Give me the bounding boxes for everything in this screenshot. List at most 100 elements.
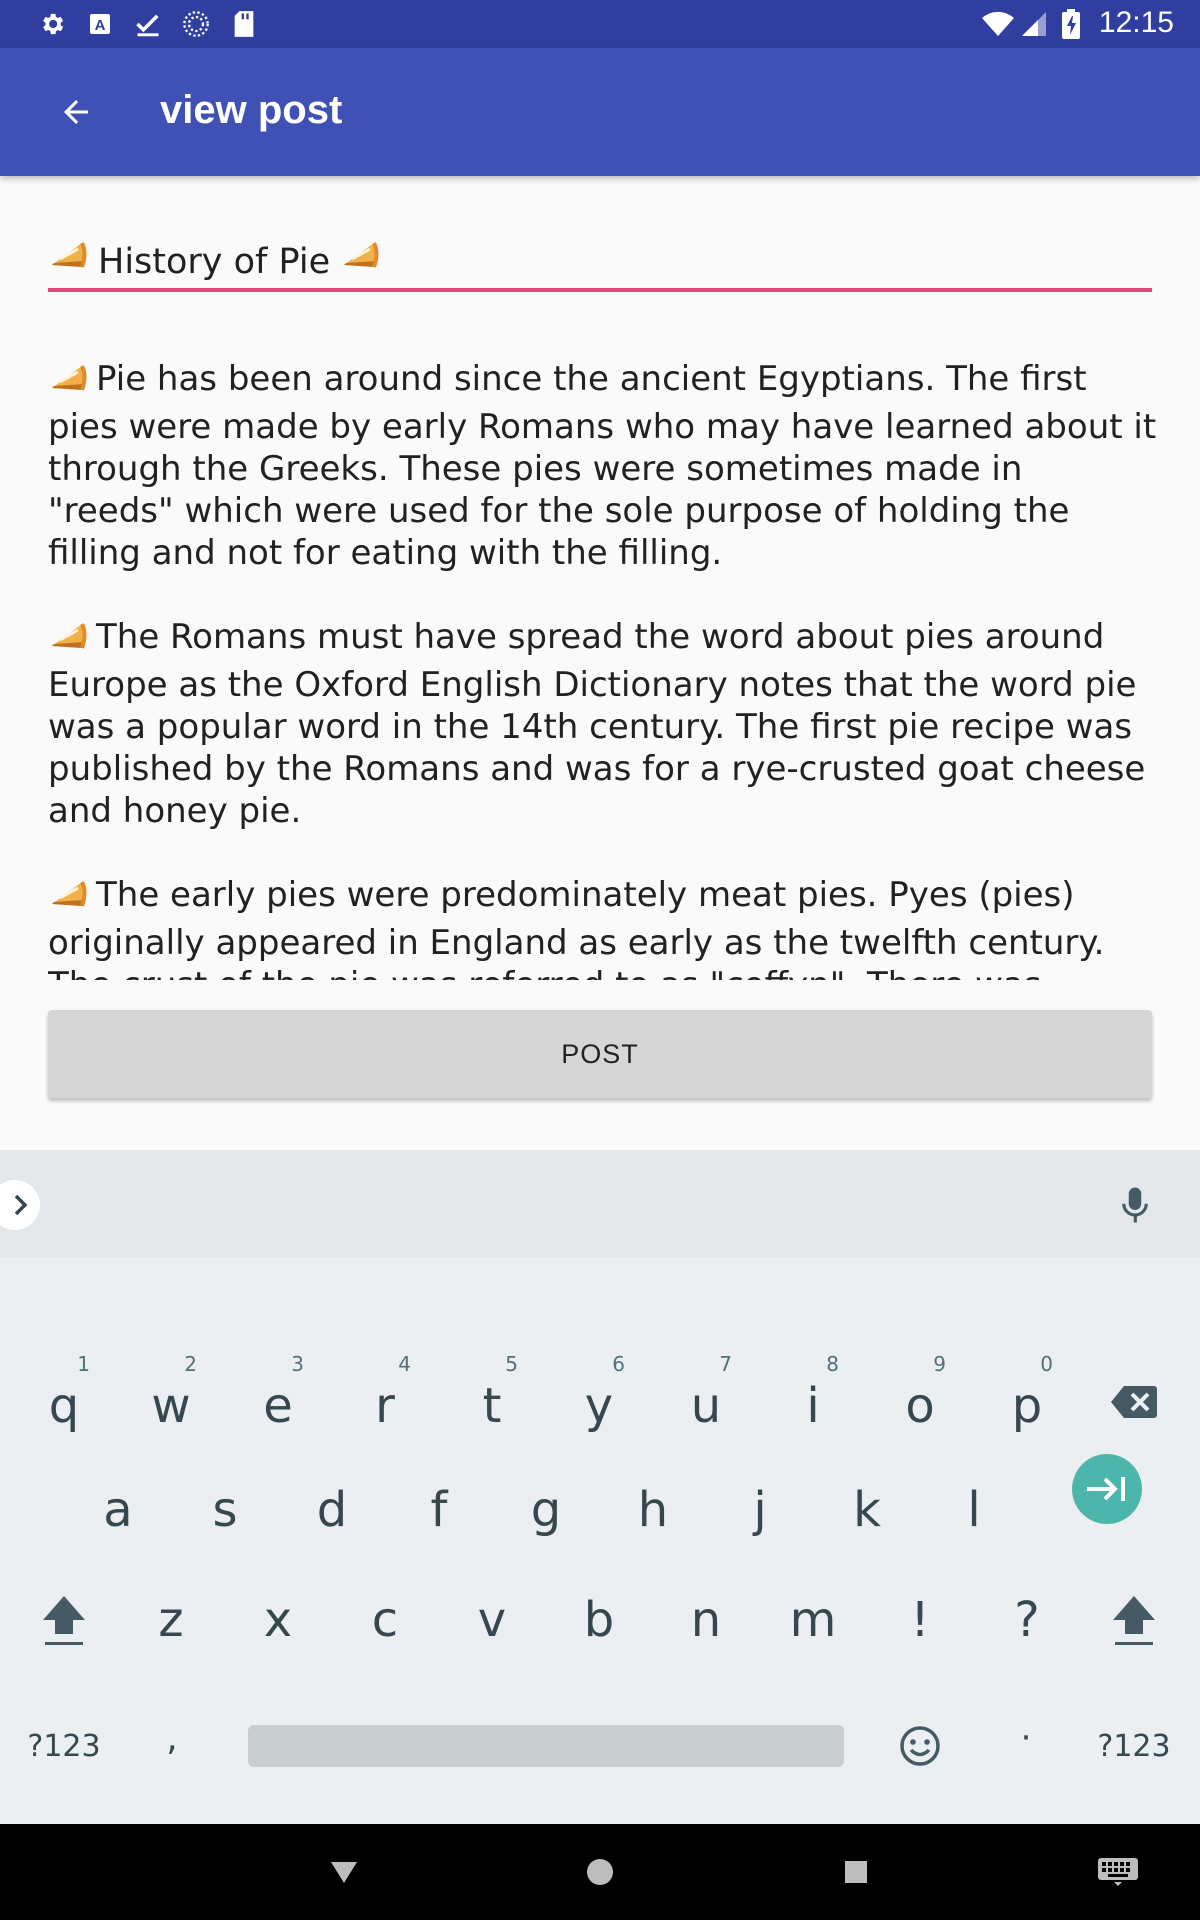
key-exclamation[interactable]: ! — [870, 1560, 970, 1680]
page-title: view post — [160, 88, 343, 132]
pie-emoji-icon — [340, 234, 380, 290]
key-hint: 0 — [1040, 1352, 1053, 1376]
key-label: t — [482, 1378, 502, 1434]
key-j[interactable]: j — [710, 1450, 810, 1570]
arrow-back-icon — [64, 100, 88, 124]
pie-emoji-icon — [48, 360, 88, 406]
key-o[interactable]: 9o — [870, 1342, 970, 1462]
text-a-icon: A — [86, 10, 114, 38]
key-s[interactable]: s — [175, 1450, 275, 1570]
post-button[interactable]: POST — [48, 1010, 1152, 1098]
square-recents-icon — [845, 1861, 867, 1883]
key-l[interactable]: l — [924, 1450, 1024, 1570]
key-hint: 5 — [505, 1352, 518, 1376]
nav-recents-button[interactable] — [832, 1848, 880, 1896]
nav-home-button[interactable] — [576, 1848, 624, 1896]
shift-key-right[interactable] — [1084, 1560, 1184, 1680]
key-h[interactable]: h — [603, 1450, 703, 1570]
title-underline — [48, 288, 1152, 292]
status-time: 12:15 — [1098, 6, 1174, 39]
svg-text:A: A — [95, 17, 106, 34]
triangle-down-icon — [331, 1862, 357, 1883]
key-x[interactable]: x — [228, 1560, 328, 1680]
key-q[interactable]: 1q — [14, 1342, 114, 1462]
loading-circle-icon — [182, 10, 210, 38]
key-label: u — [690, 1378, 722, 1434]
post-paragraph: Pie has been around since the ancient Eg… — [48, 359, 1157, 573]
sd-card-icon — [230, 10, 258, 38]
enter-next-key[interactable] — [1072, 1454, 1142, 1524]
status-bar: A 12:15 — [0, 0, 1200, 48]
shift-icon — [1113, 1596, 1155, 1645]
key-z[interactable]: z — [121, 1560, 221, 1680]
symbols-key-left[interactable]: ?123 — [14, 1686, 114, 1806]
circle-home-icon — [587, 1859, 613, 1885]
key-w[interactable]: 2w — [121, 1342, 221, 1462]
soft-keyboard: ?123 , · ?123 1q2w3e4r5t6y7u8i9o0pasdfgh… — [0, 1150, 1200, 1824]
key-c[interactable]: c — [335, 1560, 435, 1680]
keyboard-switch-button[interactable] — [1090, 1848, 1146, 1896]
settings-icon — [38, 10, 66, 38]
key-question[interactable]: ? — [977, 1560, 1077, 1680]
pie-emoji-icon — [48, 618, 88, 664]
checkmark-icon — [134, 10, 162, 38]
key-hint: 8 — [826, 1352, 839, 1376]
space-bar[interactable] — [248, 1725, 844, 1767]
key-hint: 2 — [184, 1352, 197, 1376]
key-k[interactable]: k — [817, 1450, 917, 1570]
post-paragraph: The early pies were predominately meat p… — [48, 875, 1105, 980]
tab-arrow-icon — [1087, 1477, 1125, 1501]
period-key[interactable]: · — [976, 1678, 1076, 1798]
smiley-icon — [900, 1726, 940, 1766]
key-u[interactable]: 7u — [656, 1342, 756, 1462]
wifi-icon — [980, 10, 1016, 38]
post-body-field[interactable]: Pie has been around since the ancient Eg… — [48, 358, 1158, 980]
key-label: r — [375, 1378, 395, 1434]
key-label: i — [806, 1378, 820, 1434]
key-f[interactable]: f — [389, 1450, 489, 1570]
key-g[interactable]: g — [496, 1450, 596, 1570]
signal-icon — [1020, 10, 1048, 38]
emoji-key[interactable] — [870, 1686, 970, 1806]
key-d[interactable]: d — [282, 1450, 382, 1570]
key-t[interactable]: 5t — [442, 1342, 542, 1462]
pie-emoji-icon — [48, 234, 88, 290]
key-label: w — [151, 1378, 191, 1434]
key-label: y — [584, 1378, 614, 1434]
shift-key-left[interactable] — [14, 1560, 114, 1680]
key-hint: 7 — [719, 1352, 732, 1376]
navigation-bar — [0, 1824, 1200, 1920]
key-hint: 4 — [398, 1352, 411, 1376]
chevron-right-icon — [14, 1194, 28, 1216]
comma-key[interactable]: , — [122, 1678, 222, 1798]
key-b[interactable]: b — [549, 1560, 649, 1680]
key-label: o — [905, 1378, 935, 1434]
nav-back-button[interactable] — [320, 1848, 368, 1896]
key-m[interactable]: m — [763, 1560, 863, 1680]
key-r[interactable]: 4r — [335, 1342, 435, 1462]
key-label: e — [263, 1378, 293, 1434]
expand-toolbar-button[interactable] — [0, 1180, 40, 1230]
backspace-key[interactable] — [1084, 1342, 1184, 1462]
symbols-key-right[interactable]: ?123 — [1084, 1686, 1184, 1806]
key-p[interactable]: 0p — [977, 1342, 1077, 1462]
post-title-text: History of Pie — [98, 242, 331, 282]
pie-emoji-icon — [48, 876, 88, 922]
key-e[interactable]: 3e — [228, 1342, 328, 1462]
back-button[interactable] — [40, 76, 112, 148]
keyboard-icon — [1098, 1858, 1138, 1886]
key-hint: 6 — [612, 1352, 625, 1376]
key-a[interactable]: a — [68, 1450, 168, 1570]
key-hint: 1 — [77, 1352, 90, 1376]
key-y[interactable]: 6y — [549, 1342, 649, 1462]
mic-button[interactable] — [1110, 1180, 1160, 1230]
shift-icon — [43, 1596, 85, 1645]
key-n[interactable]: n — [656, 1560, 756, 1680]
backspace-icon — [1111, 1386, 1157, 1418]
suggestion-strip — [0, 1150, 1200, 1257]
title-field[interactable]: History of Pie — [48, 234, 1152, 294]
key-v[interactable]: v — [442, 1560, 542, 1680]
key-i[interactable]: 8i — [763, 1342, 863, 1462]
microphone-icon — [1122, 1187, 1148, 1223]
battery-charging-icon — [1060, 9, 1082, 39]
